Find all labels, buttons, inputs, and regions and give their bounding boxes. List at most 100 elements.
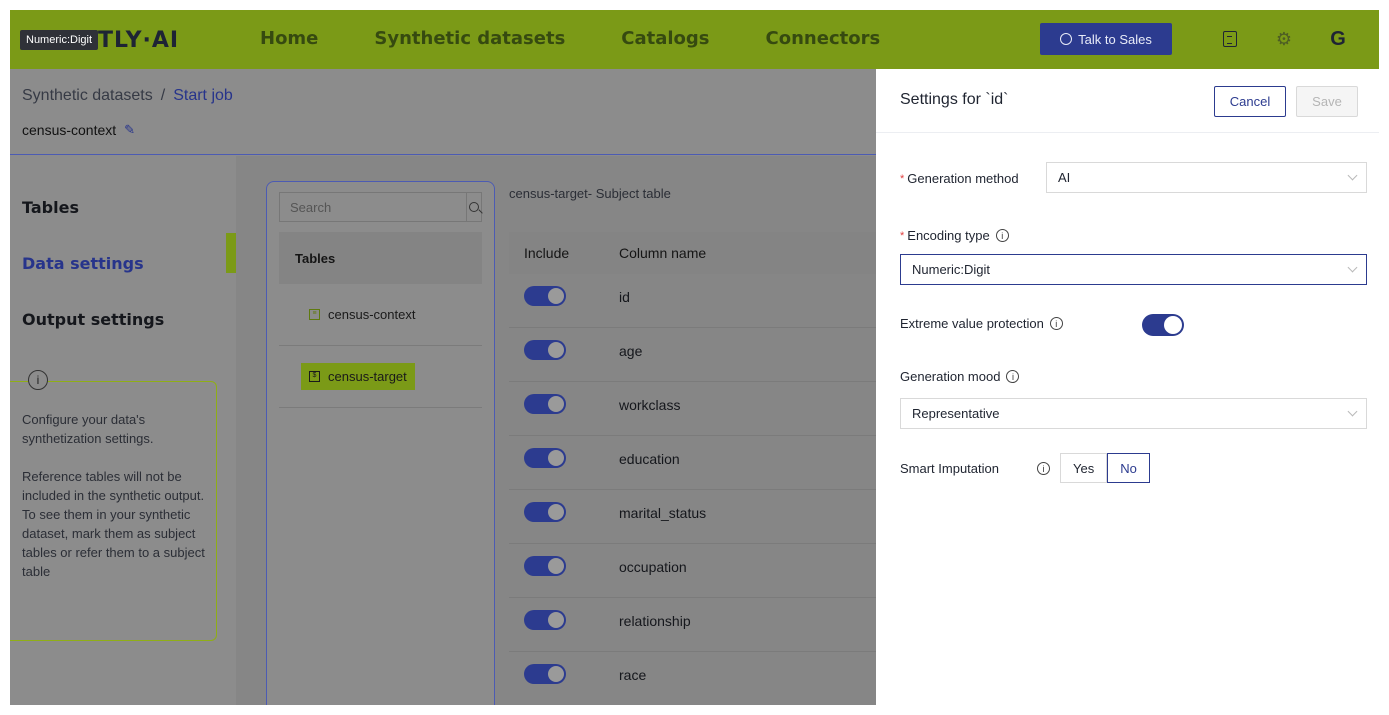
logo[interactable]: Numeric:Digit TLY·AI	[20, 27, 180, 53]
breadcrumb-parent[interactable]: Synthetic datasets	[22, 87, 153, 104]
column-name: age	[619, 343, 643, 359]
table-row[interactable]: id	[509, 274, 876, 328]
include-toggle[interactable]	[524, 340, 566, 360]
extreme-value-text: Extreme value protection	[900, 316, 1044, 331]
documentation-icon[interactable]	[1218, 27, 1242, 51]
tables-panel: Tables ≡ census-context $ census-target	[266, 181, 495, 705]
info-paragraph: Configure your data's synthetization set…	[22, 412, 154, 446]
drawer-header: Settings for `id` Cancel Save	[876, 69, 1379, 133]
column-name: workclass	[619, 397, 681, 413]
logo-text: TLY·AI	[98, 27, 180, 53]
table-row[interactable]: ≡ census-context	[279, 284, 482, 346]
main-nav: Home Synthetic datasets Catalogs Connect…	[260, 28, 936, 49]
sidebar-item-output-settings[interactable]: Output settings	[22, 310, 164, 329]
smart-imputation-toggle-group: Yes No	[1060, 453, 1150, 483]
info-icon: i	[28, 370, 48, 390]
encoding-type-value: Numeric:Digit	[912, 262, 991, 277]
info-paragraph: Reference tables will not be included in…	[22, 469, 205, 579]
nav-connectors[interactable]: Connectors	[766, 28, 881, 49]
breadcrumb-separator: /	[160, 87, 166, 104]
columns-table-header: Include Column name	[509, 232, 876, 274]
talk-to-sales-label: Talk to Sales	[1078, 31, 1152, 47]
include-toggle[interactable]	[524, 664, 566, 684]
smart-imputation-label: Smart Imputation	[900, 461, 999, 476]
header-include: Include	[524, 245, 570, 261]
search-input[interactable]	[280, 193, 466, 221]
search-button[interactable]	[466, 193, 481, 221]
header-column-name: Column name	[619, 245, 707, 261]
top-nav-bar: Numeric:Digit TLY·AI Home Synthetic data…	[10, 10, 1379, 69]
search-icon	[469, 202, 479, 212]
encoding-type-select[interactable]: Numeric:Digit	[900, 254, 1367, 285]
include-toggle[interactable]	[524, 448, 566, 468]
subject-table-title: census-target- Subject table	[509, 186, 671, 201]
column-name: occupation	[619, 559, 687, 575]
required-marker: *	[900, 172, 905, 185]
table-row[interactable]: marital_status	[509, 490, 876, 544]
smart-imputation-no[interactable]: No	[1107, 453, 1150, 483]
extreme-value-toggle[interactable]	[1142, 314, 1184, 336]
cancel-button[interactable]: Cancel	[1214, 86, 1286, 117]
table-row[interactable]: race	[509, 652, 876, 705]
edit-icon[interactable]: ✎	[124, 122, 135, 138]
table-row[interactable]: workclass	[509, 382, 876, 436]
generation-mood-label: Generation mood i	[900, 369, 1020, 384]
page-header: Synthetic datasets / Start job census-cont…	[10, 69, 876, 155]
column-settings-drawer: Settings for `id` Cancel Save * Generati…	[876, 69, 1379, 705]
extreme-value-label: Extreme value protection i	[900, 316, 1063, 331]
nav-catalogs[interactable]: Catalogs	[621, 28, 709, 49]
nav-synthetic-datasets[interactable]: Synthetic datasets	[374, 28, 565, 49]
settings-sidebar: Tables Data settings Output settings i C…	[10, 156, 236, 705]
info-icon[interactable]: i	[1006, 370, 1020, 383]
generation-method-text: Generation method	[907, 171, 1019, 186]
dataset-name-label: census-context	[22, 122, 117, 138]
logout-icon[interactable]: G	[1326, 27, 1350, 51]
generation-method-select[interactable]: AI	[1046, 162, 1367, 193]
table-row[interactable]: education	[509, 436, 876, 490]
sidebar-item-data-settings[interactable]: Data settings	[22, 254, 144, 273]
generation-mood-select[interactable]: Representative	[900, 398, 1367, 429]
app-frame: Numeric:Digit TLY·AI Home Synthetic data…	[10, 10, 1379, 705]
chat-icon	[1060, 33, 1073, 45]
info-panel: i Configure your data's synthetization s…	[10, 370, 217, 641]
info-icon[interactable]: i	[995, 229, 1009, 242]
talk-to-sales-button[interactable]: Talk to Sales	[1040, 23, 1172, 55]
encoding-type-label: * Encoding type i	[900, 228, 1009, 243]
chevron-down-icon	[1347, 262, 1358, 273]
encoding-type-text: Encoding type	[907, 228, 990, 243]
tables-header: Tables	[279, 232, 482, 284]
table-row[interactable]: age	[509, 328, 876, 382]
subject-table-icon: $	[309, 371, 320, 382]
smart-imputation-yes[interactable]: Yes	[1060, 453, 1108, 483]
column-name: relationship	[619, 613, 691, 629]
nav-home[interactable]: Home	[260, 28, 318, 49]
column-name: marital_status	[619, 505, 707, 521]
include-toggle[interactable]	[524, 502, 566, 522]
table-icon: ≡	[309, 309, 320, 320]
generation-method-label: * Generation method	[900, 171, 1019, 186]
smart-imputation-text: Smart Imputation	[900, 461, 999, 476]
active-indicator	[226, 233, 236, 273]
gear-icon[interactable]: ⚙	[1272, 27, 1296, 51]
logo-tooltip-badge: Numeric:Digit	[20, 30, 99, 50]
drawer-title: Settings for `id`	[900, 91, 1009, 108]
generation-mood-text: Generation mood	[900, 369, 1001, 384]
table-chip-census-context[interactable]: ≡ census-context	[301, 301, 423, 328]
table-row[interactable]: $ census-target	[279, 346, 482, 408]
include-toggle[interactable]	[524, 610, 566, 630]
table-chip-census-target[interactable]: $ census-target	[301, 363, 415, 390]
column-name: education	[619, 451, 680, 467]
breadcrumb-current: Start job	[173, 87, 233, 104]
info-icon[interactable]: i	[1037, 462, 1050, 475]
include-toggle[interactable]	[524, 394, 566, 414]
column-name: race	[619, 667, 647, 683]
save-button[interactable]: Save	[1296, 86, 1358, 117]
chevron-down-icon	[1347, 170, 1358, 181]
column-name: id	[619, 289, 630, 305]
info-icon[interactable]: i	[1049, 317, 1063, 330]
sidebar-item-tables[interactable]: Tables	[22, 198, 79, 217]
include-toggle[interactable]	[524, 286, 566, 306]
table-row[interactable]: relationship	[509, 598, 876, 652]
table-row[interactable]: occupation	[509, 544, 876, 598]
include-toggle[interactable]	[524, 556, 566, 576]
